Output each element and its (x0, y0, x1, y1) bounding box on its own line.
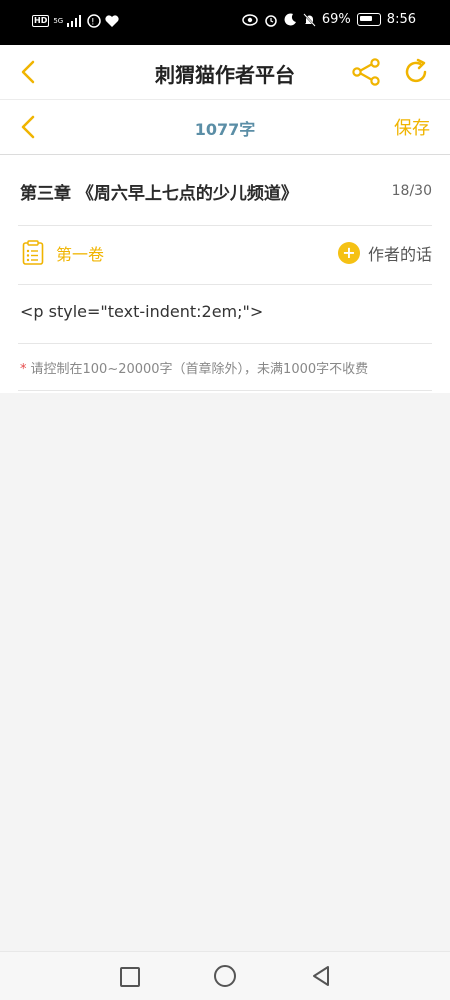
hint-text: 请控制在100~20000字（首章除外），未满1000字不收费 (30, 362, 369, 377)
word-count: 1077字 (194, 120, 256, 139)
volume-label: 第一卷 (56, 245, 105, 264)
plus-circle-icon: + (337, 242, 360, 264)
alarm-icon (265, 14, 277, 27)
status-right-icons: 69% 8:56 (242, 12, 416, 27)
svg-text:!: ! (91, 18, 95, 28)
author-words-label: 作者的话 (367, 245, 432, 264)
app-header: 刺猬猫作者平台 (0, 45, 450, 100)
hint-row: * 请控制在100~20000字（首章除外），未满1000字不收费 (18, 344, 432, 391)
system-nav-bar (0, 951, 450, 1000)
list-document-icon (22, 240, 44, 265)
clock-time: 8:56 (386, 12, 416, 27)
recent-apps-button[interactable] (120, 967, 140, 987)
battery-percent: 69% (321, 12, 351, 27)
heart-health-icon (105, 14, 119, 27)
battery-icon (356, 13, 381, 26)
home-button[interactable] (214, 965, 236, 987)
status-left-icons: HD 5G ! (32, 14, 119, 28)
required-star: * (20, 362, 27, 377)
refresh-button[interactable] (400, 57, 432, 87)
hd-badge: HD (32, 15, 50, 27)
chapter-editor: 第三章 《周六早上七点的少儿频道》 18/30 第一卷 + 作者的话 <p st… (0, 155, 450, 393)
body-text-field[interactable]: <p style="text-indent:2em;"> (20, 302, 263, 321)
volume-row: 第一卷 + 作者的话 (18, 226, 432, 285)
network-label: 5G (53, 17, 64, 25)
editor-toolbar: 1077字 保存 (0, 100, 450, 155)
chapter-title-row[interactable]: 第三章 《周六早上七点的少儿频道》 18/30 (18, 155, 432, 226)
author-words-button[interactable]: + 作者的话 (337, 241, 432, 265)
word-limit-hint: * 请控制在100~20000字（首章除外），未满1000字不收费 (20, 358, 368, 377)
moon-icon (284, 13, 296, 26)
eye-icon (242, 13, 258, 26)
mute-icon (303, 12, 316, 27)
share-button[interactable] (350, 57, 382, 87)
signal-icon (67, 15, 82, 27)
title-length-counter: 18/30 (391, 183, 432, 199)
refresh-icon (405, 58, 427, 83)
page-title: 刺猬猫作者平台 (155, 63, 295, 87)
status-bar: HD 5G ! 69% 8:56 (0, 0, 450, 45)
share-icon (352, 58, 380, 86)
save-button[interactable]: 保存 (394, 114, 430, 140)
volume-selector[interactable]: 第一卷 (22, 240, 104, 266)
chapter-title[interactable]: 第三章 《周六早上七点的少儿频道》 (20, 179, 298, 204)
back-triangle-icon[interactable] (311, 965, 331, 987)
alert-icon: ! (87, 14, 101, 28)
body-editor-row[interactable]: <p style="text-indent:2em;"> (18, 285, 432, 344)
